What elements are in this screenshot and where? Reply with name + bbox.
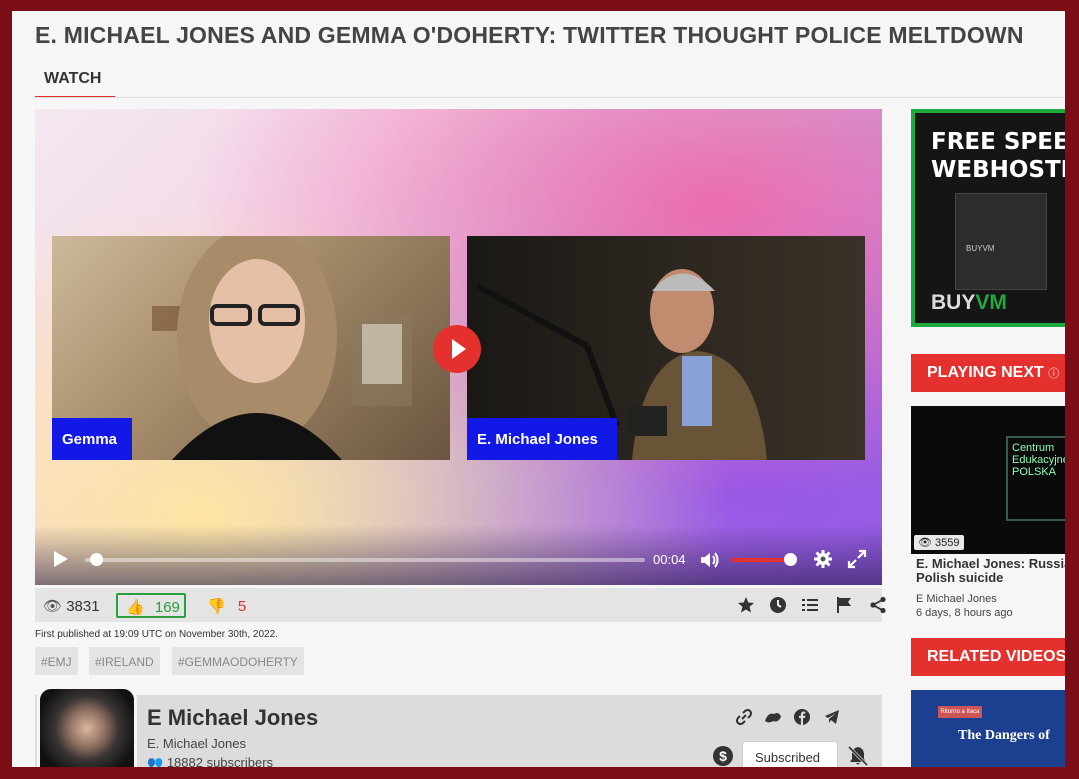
notifications-off-icon[interactable] (847, 745, 869, 767)
buyvm-ad-banner[interactable]: FREE SPEECH WEBHOSTING BUYVM BUYVM (911, 109, 1065, 327)
view-count: 👁 3831 (43, 597, 100, 615)
published-date: First published at 19:09 UTC on November… (35, 629, 278, 640)
page-title: E. MICHAEL JONES AND GEMMA O'DOHERTY: TW… (35, 22, 1024, 48)
jones-nametag: E. Michael Jones (467, 418, 617, 460)
subscriber-count-text: 18882 subscribers (166, 755, 274, 767)
star-icon[interactable] (737, 596, 755, 614)
telegram-icon[interactable] (824, 709, 840, 725)
next-video-views: 👁 3559 (914, 535, 964, 550)
gemma-nametag: Gemma (52, 418, 132, 460)
channel-handle: E. Michael Jones (147, 736, 246, 751)
seek-knob[interactable] (89, 553, 103, 566)
related-video-title: The Dangers of (958, 728, 1050, 743)
next-video-thumbnail[interactable]: Centrum Edukacyjne POLSKA 👁 3559 (911, 406, 1065, 554)
related-video-thumbnail[interactable]: Ritorno a Itaca The Dangers of (911, 690, 1065, 767)
gab-icon[interactable] (764, 709, 782, 725)
subscribed-button[interactable]: Subscribed (742, 741, 838, 767)
svg-text:$: $ (719, 748, 727, 764)
video-panel-jones: E. Michael Jones (467, 236, 865, 460)
eye-icon: 👁 (918, 537, 932, 549)
player-controls: 00:04 (35, 525, 882, 585)
tag-ireland[interactable]: #IRELAND (89, 647, 160, 675)
video-panel-gemma: Gemma (52, 236, 450, 460)
channel-name[interactable]: E Michael Jones (147, 705, 318, 731)
ad-headline-2: WEBHOSTING (931, 157, 1065, 183)
tip-dollar-icon[interactable]: $ (712, 745, 734, 767)
volume-knob[interactable] (784, 553, 797, 566)
thumbs-down-icon: 👎 (207, 598, 226, 615)
next-video-time: 6 days, 8 hours ago (916, 607, 1013, 619)
time-display: 00:04 (653, 552, 686, 567)
ad-brand-logo: BUYVM (931, 291, 1007, 315)
ad-brand-buy: BUY (931, 291, 976, 314)
volume-slider[interactable] (731, 553, 797, 566)
tab-watch[interactable]: WATCH (35, 66, 115, 98)
video-player[interactable]: Gemma E. Michael Jones 00:04 (35, 109, 882, 585)
tag-gemmaodoherty[interactable]: #GEMMAODOHERTY (172, 647, 304, 675)
fullscreen-icon[interactable] (847, 549, 867, 569)
server-label: BUYVM (966, 244, 995, 253)
play-overlay-button[interactable] (433, 325, 481, 373)
next-video-author[interactable]: E Michael Jones (916, 593, 997, 605)
related-video-badge: Ritorno a Itaca (938, 706, 982, 718)
page-frame: E. MICHAEL JONES AND GEMMA O'DOHERTY: TW… (12, 11, 1065, 767)
next-video-title[interactable]: E. Michael Jones: Russian Polish suicide (916, 557, 1065, 585)
thumbs-up-icon: 👍 (126, 599, 145, 616)
related-videos-header: RELATED VIDEOS (911, 638, 1065, 676)
seek-bar[interactable] (85, 553, 645, 566)
like-count: 169 (154, 599, 180, 616)
help-circle-icon[interactable]: ⓘ (1048, 368, 1059, 380)
channel-box: E Michael Jones E. Michael Jones 👥 18882… (35, 686, 882, 767)
settings-gear-icon[interactable] (813, 549, 833, 569)
dislike-button[interactable]: 👎 5 (207, 597, 246, 615)
playing-next-label: PLAYING NEXT (927, 364, 1044, 381)
next-video-views-value: 3559 (935, 537, 960, 549)
users-icon: 👥 (147, 755, 164, 767)
playlist-icon[interactable] (801, 596, 819, 614)
clock-icon[interactable] (769, 596, 787, 614)
eye-icon: 👁 (43, 598, 63, 615)
ad-brand-vm: VM (975, 291, 1007, 314)
tab-divider (35, 97, 1065, 98)
video-stats-bar: 👁 3831 👍 169 👎 5 (35, 588, 886, 622)
tag-emj[interactable]: #EMJ (35, 647, 78, 675)
share-icon[interactable] (869, 596, 887, 614)
volume-icon[interactable] (699, 551, 721, 569)
next-video-title-line1: E. Michael Jones: Russian (916, 557, 1065, 571)
view-count-value: 3831 (66, 598, 100, 615)
dislike-count: 5 (237, 598, 247, 615)
channel-avatar[interactable] (37, 686, 137, 767)
playing-next-header: PLAYING NEXT ⓘ (911, 354, 1065, 392)
link-icon[interactable] (736, 709, 752, 725)
facebook-icon[interactable] (794, 709, 810, 725)
play-button[interactable] (52, 550, 70, 570)
like-button[interactable]: 👍 169 (116, 593, 186, 618)
server-image: BUYVM (955, 193, 1047, 290)
flag-icon[interactable] (835, 596, 853, 614)
next-video-title-line2: Polish suicide (916, 570, 1004, 585)
ad-headline-1: FREE SPEECH (931, 129, 1065, 155)
thumbnail-logo: Centrum Edukacyjne POLSKA (1006, 436, 1065, 521)
subscriber-count: 👥 18882 subscribers (147, 755, 273, 767)
